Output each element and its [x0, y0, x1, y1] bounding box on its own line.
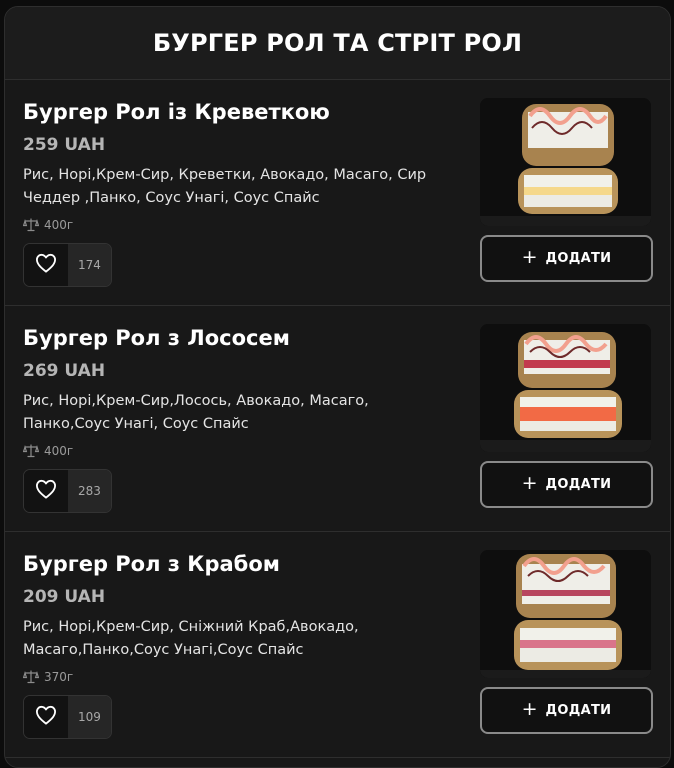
item-weight-value: 400г [44, 444, 74, 458]
item-weight: 400г [23, 218, 73, 232]
like-button[interactable] [24, 696, 68, 738]
plus-icon: + [521, 472, 538, 494]
menu-section-panel: БУРГЕР РОЛ ТА СТРІТ РОЛ Бургер Рол із Кр… [4, 6, 671, 768]
like-count: 283 [68, 470, 111, 512]
item-price: 209 UAH [23, 587, 106, 607]
like-widget: 174 [23, 243, 112, 287]
like-button[interactable] [24, 244, 68, 286]
plus-icon: + [521, 698, 538, 720]
item-weight-value: 400г [44, 218, 74, 232]
plus-icon: + [521, 246, 538, 268]
scale-icon [23, 444, 39, 458]
item-price: 259 UAH [23, 135, 106, 155]
add-to-cart-button[interactable]: + ДОДАТИ [480, 687, 653, 734]
like-widget: 283 [23, 469, 112, 513]
add-button-label: ДОДАТИ [545, 703, 612, 718]
item-weight: 400г [23, 444, 73, 458]
item-description: Рис, Норі,Крем-Сир, Креветки, Авокадо, М… [23, 167, 427, 206]
item-price: 269 UAH [23, 361, 106, 381]
heart-icon [35, 705, 57, 729]
add-button-label: ДОДАТИ [545, 251, 612, 266]
menu-item: Бургер Рол із Креветкою 259 UAH Рис, Нор… [5, 80, 670, 306]
item-name[interactable]: Бургер Рол з Лососем [23, 326, 290, 350]
scale-icon [23, 670, 39, 684]
item-weight-value: 370г [44, 670, 74, 684]
menu-item: Бургер Рол з Лососем 269 UAH Рис, Норі,К… [5, 306, 670, 532]
heart-icon [35, 479, 57, 503]
item-name[interactable]: Бургер Рол із Креветкою [23, 100, 330, 124]
section-header: БУРГЕР РОЛ ТА СТРІТ РОЛ [5, 7, 670, 80]
item-photo[interactable] [480, 550, 651, 678]
like-count: 174 [68, 244, 111, 286]
item-weight: 370г [23, 670, 73, 684]
heart-icon [35, 253, 57, 277]
scale-icon [23, 218, 39, 232]
like-count: 109 [68, 696, 111, 738]
add-to-cart-button[interactable]: + ДОДАТИ [480, 461, 653, 508]
item-description: Рис, Норі,Крем-Сир, Сніжний Краб,Авокадо… [23, 619, 359, 658]
add-button-label: ДОДАТИ [545, 477, 612, 492]
item-photo[interactable] [480, 324, 651, 452]
like-button[interactable] [24, 470, 68, 512]
like-widget: 109 [23, 695, 112, 739]
add-to-cart-button[interactable]: + ДОДАТИ [480, 235, 653, 282]
item-name[interactable]: Бургер Рол з Крабом [23, 552, 280, 576]
menu-item: Бургер Рол з Крабом 209 UAH Рис, Норі,Кр… [5, 532, 670, 758]
item-photo[interactable] [480, 98, 651, 226]
item-description: Рис, Норі,Крем-Сир,Лосось, Авокадо, Маса… [23, 393, 369, 432]
section-title: БУРГЕР РОЛ ТА СТРІТ РОЛ [152, 29, 523, 57]
